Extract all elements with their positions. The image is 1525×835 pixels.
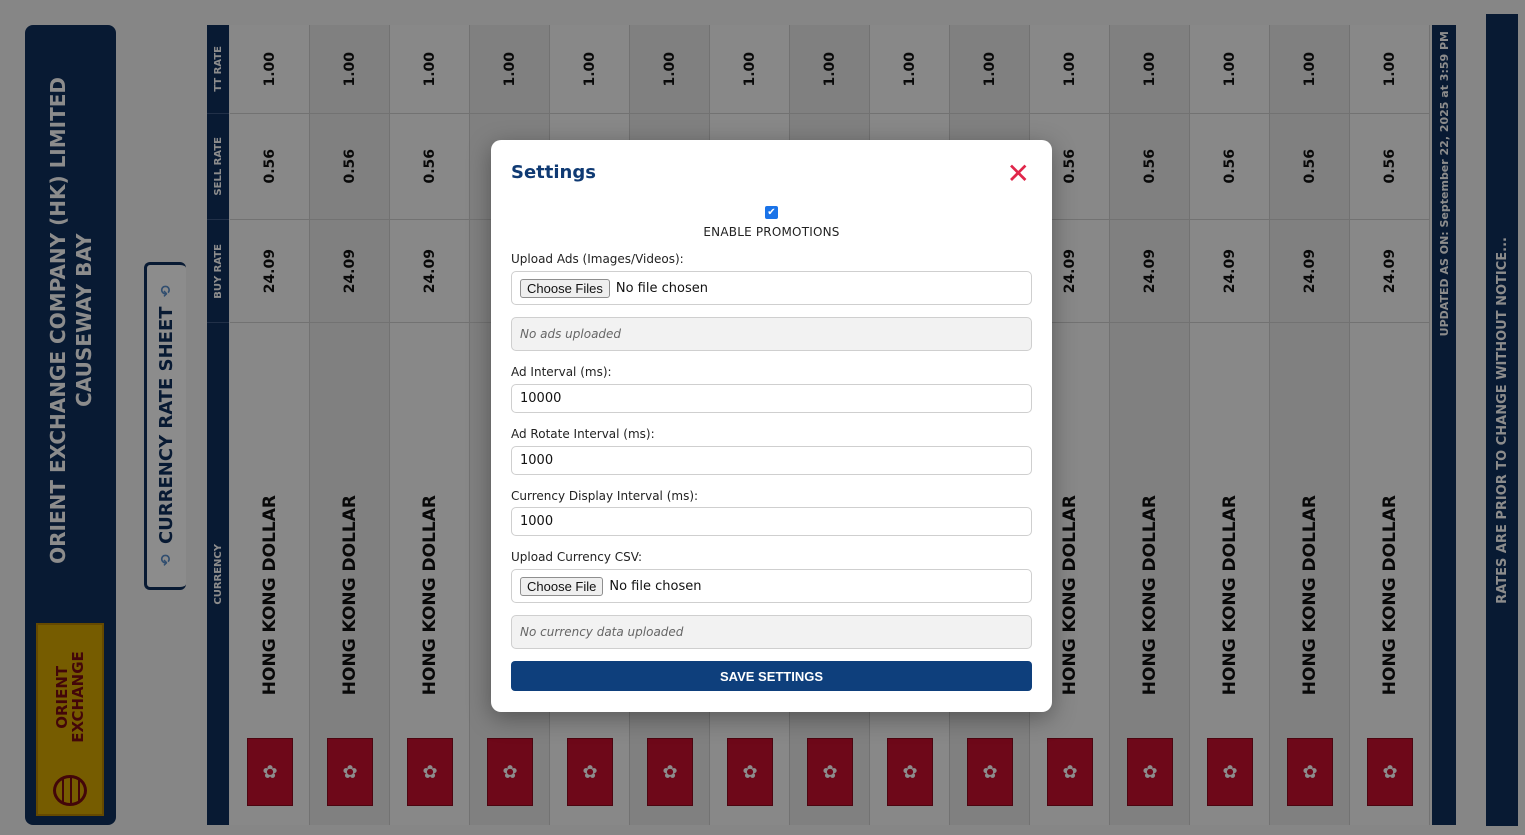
ad-rotate-field[interactable]: 1000	[511, 446, 1032, 475]
ad-rotate-label: Ad Rotate Interval (ms):	[511, 427, 655, 441]
currency-data-status-text: No currency data uploaded	[520, 625, 684, 639]
settings-modal: Settings ✕ ✔ ENABLE PROMOTIONS Upload Ad…	[491, 140, 1052, 712]
upload-ads-input: Choose Files No file chosen	[511, 271, 1032, 305]
enable-promotions-checkbox[interactable]: ✔	[765, 206, 778, 219]
upload-csv-input: Choose File No file chosen	[511, 569, 1032, 603]
ad-interval-field[interactable]: 10000	[511, 384, 1032, 413]
enable-promotions-row: ✔ ENABLE PROMOTIONS	[491, 200, 1052, 239]
upload-ads-label: Upload Ads (Images/Videos):	[511, 252, 684, 266]
upload-ads-status: No file chosen	[615, 280, 708, 296]
ads-list-status-text: No ads uploaded	[520, 327, 622, 341]
save-settings-button[interactable]: SAVE SETTINGS	[511, 661, 1032, 691]
choose-files-button[interactable]: Choose Files	[520, 278, 610, 298]
currency-display-label: Currency Display Interval (ms):	[511, 489, 699, 503]
upload-csv-label: Upload Currency CSV:	[511, 550, 643, 564]
modal-title: Settings	[511, 162, 596, 183]
choose-file-button[interactable]: Choose File	[520, 576, 604, 596]
ads-list-status: No ads uploaded	[511, 317, 1032, 351]
currency-display-field[interactable]: 1000	[511, 507, 1032, 536]
currency-data-status: No currency data uploaded	[511, 615, 1032, 649]
enable-promotions-label: ENABLE PROMOTIONS	[703, 225, 840, 239]
ad-rotate-value: 1000	[520, 453, 554, 468]
ad-interval-value: 10000	[520, 391, 562, 406]
close-icon[interactable]: ✕	[1007, 160, 1030, 188]
currency-display-value: 1000	[520, 514, 554, 529]
upload-csv-status: No file chosen	[609, 578, 702, 594]
ad-interval-label: Ad Interval (ms):	[511, 365, 612, 379]
